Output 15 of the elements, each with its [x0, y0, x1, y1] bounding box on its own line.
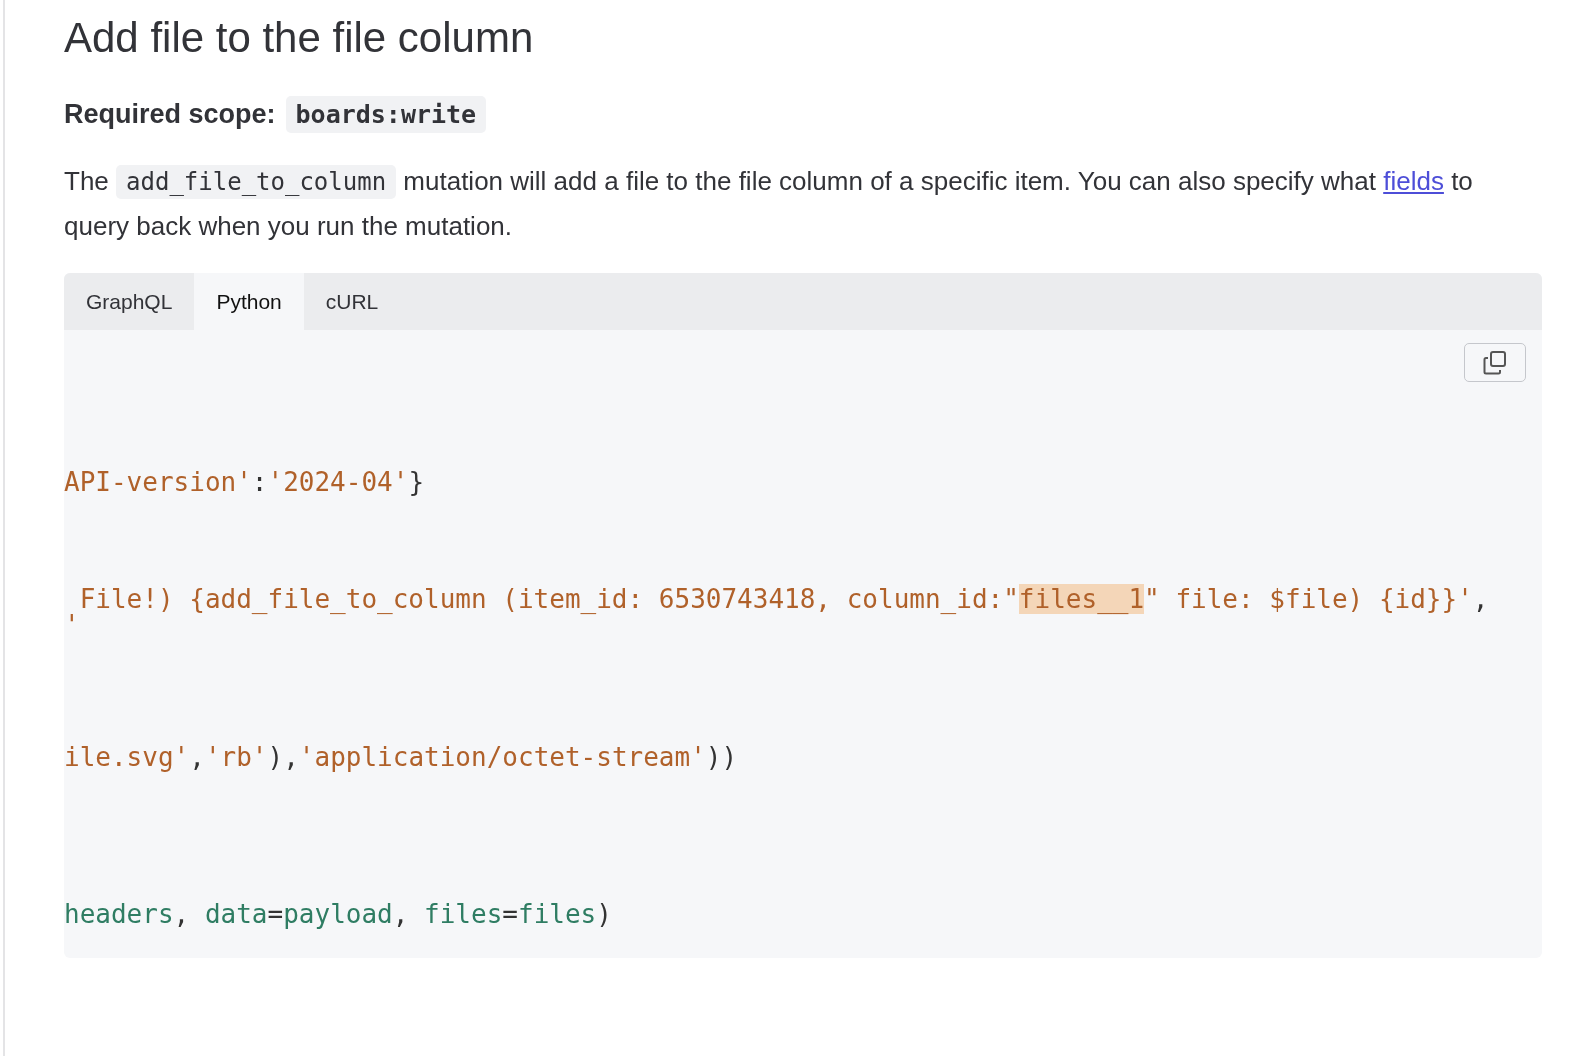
- code-line: ': [64, 612, 80, 638]
- code-line: File!) {add_file_to_column (item_id: 6530743418, column_id:"files__1" file: $file) {id}}',: [78, 586, 1489, 612]
- code-tab[interactable]: cURL: [303, 273, 401, 330]
- scope-label: Required scope:: [64, 99, 276, 130]
- fields-link[interactable]: fields: [1383, 166, 1444, 196]
- code-tab[interactable]: Python: [194, 273, 304, 330]
- page-heading: Add file to the file column: [64, 13, 535, 62]
- copy-icon: [1482, 349, 1508, 376]
- code-line: API-version':'2024-04'}: [64, 469, 425, 495]
- code-line: headers, data=payload, files=files): [64, 901, 612, 927]
- intro-paragraph: The add_file_to_column mutation will add a file to the file column of a specific item. You can also specify what fields to query back when you run the mutation.: [64, 164, 1474, 243]
- code-line: ile.svg','rb'),'application/octet-stream')): [64, 744, 738, 770]
- scope-value: boards:write: [285, 96, 487, 133]
- copy-button[interactable]: [1464, 343, 1526, 382]
- code-tab[interactable]: GraphQL: [64, 273, 195, 330]
